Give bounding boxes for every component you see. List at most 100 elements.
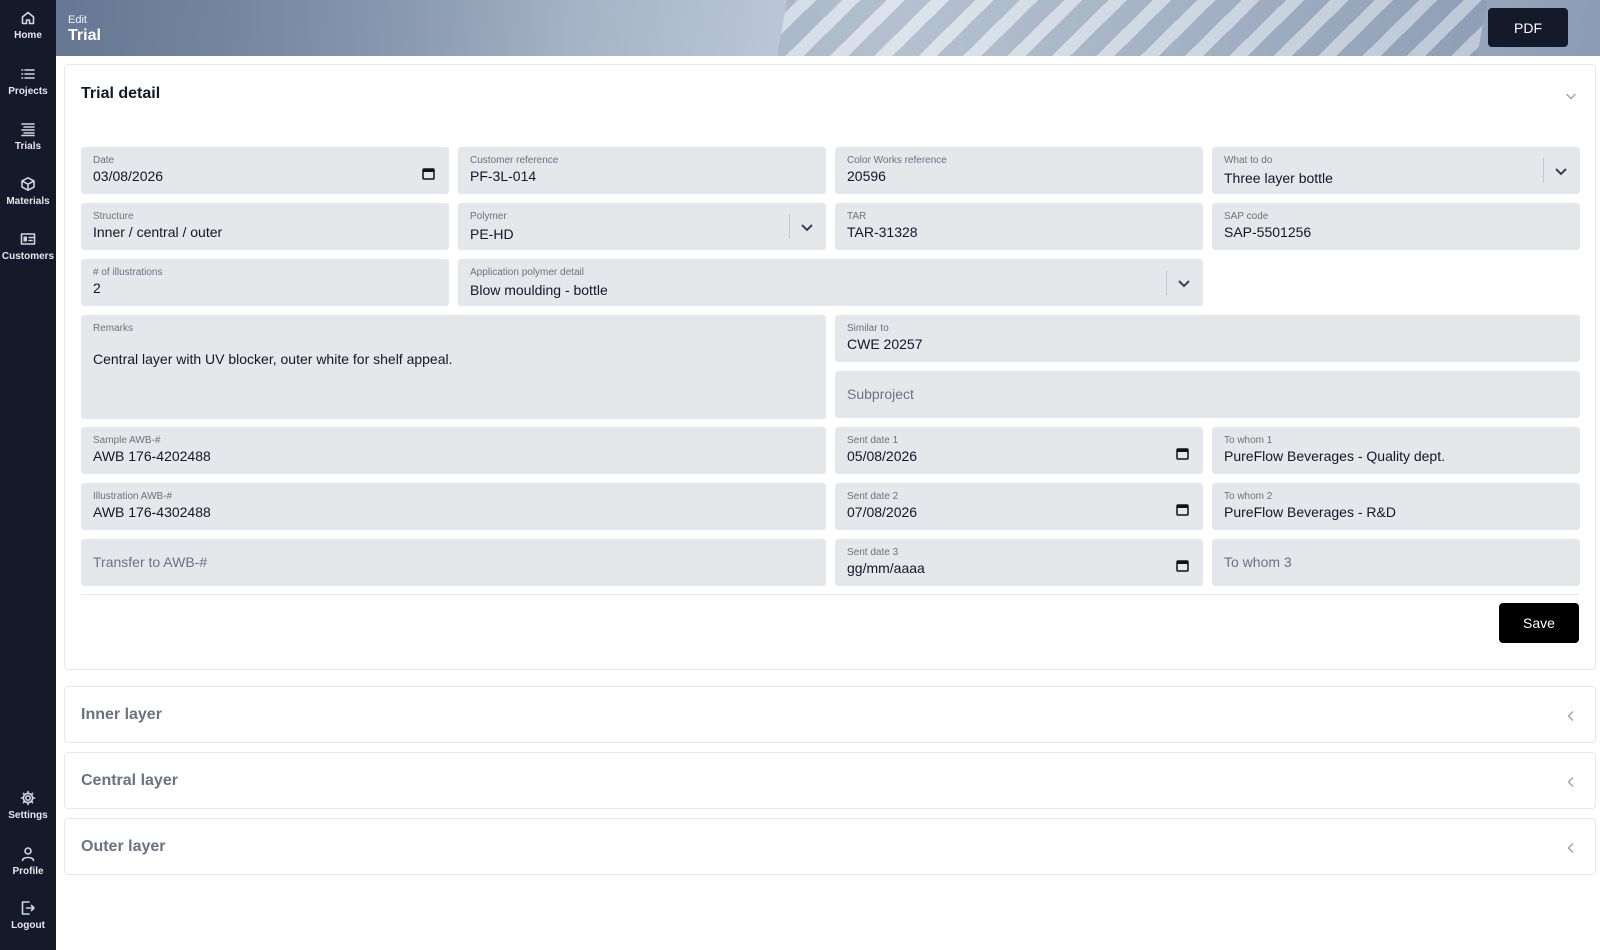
sidebar-item-logout[interactable]: Logout xyxy=(0,900,56,931)
num-illustrations-field[interactable]: # of illustrations 2 xyxy=(81,259,449,306)
field-value: 03/08/2026 xyxy=(93,168,164,184)
logout-icon xyxy=(21,901,35,915)
sidebar-item-home[interactable]: Home xyxy=(0,10,56,41)
customer-reference-field[interactable]: Customer reference PF-3L-014 xyxy=(458,147,826,194)
panel-title: Trial detail xyxy=(81,85,161,102)
sidebar-item-label: Trials xyxy=(14,141,42,152)
sidebar-item-profile[interactable]: Profile xyxy=(0,846,56,877)
save-button[interactable]: Save xyxy=(1499,603,1579,643)
sidebar-item-customers[interactable]: Customers xyxy=(0,231,56,262)
field-value: Blow moulding - bottle xyxy=(470,282,608,298)
subproject-field[interactable]: Subproject xyxy=(835,371,1580,418)
pdf-button[interactable]: PDF xyxy=(1488,8,1568,47)
calendar-icon[interactable] xyxy=(1176,503,1189,516)
field-label: Sent date 1 xyxy=(847,435,899,446)
gear-icon xyxy=(20,790,36,806)
sidebar-item-label: Settings xyxy=(8,810,48,821)
inner-layer-panel[interactable]: Inner layer xyxy=(64,686,1596,743)
field-value: PureFlow Beverages - Quality dept. xyxy=(1224,448,1445,464)
field-placeholder: To whom 3 xyxy=(1224,554,1292,570)
sidebar-item-settings[interactable]: Settings xyxy=(0,790,56,821)
field-value: 07/08/2026 xyxy=(847,504,918,520)
field-label: What to do xyxy=(1224,155,1273,166)
field-label: Sent date 2 xyxy=(847,491,899,502)
transfer-awb-field[interactable]: Transfer to AWB-# xyxy=(81,539,826,586)
field-value: Central layer with UV blocker, outer whi… xyxy=(93,351,453,367)
date-field[interactable]: Date 03/08/2026 xyxy=(81,147,449,194)
sidebar-item-projects[interactable]: Projects xyxy=(0,66,56,97)
calendar-icon[interactable] xyxy=(1176,559,1189,572)
field-label: To whom 1 xyxy=(1224,435,1273,446)
remarks-textarea[interactable]: Remarks Central layer with UV blocker, o… xyxy=(81,315,826,419)
sidebar-item-label: Profile xyxy=(12,866,44,877)
field-value: PureFlow Beverages - R&D xyxy=(1224,504,1396,520)
user-icon xyxy=(21,847,35,862)
color-works-reference-field[interactable]: Color Works reference 20596 xyxy=(835,147,1203,194)
field-label: Customer reference xyxy=(470,155,559,166)
field-value: PF-3L-014 xyxy=(470,168,537,184)
field-label: Sample AWB-# xyxy=(93,435,161,446)
sidebar-item-label: Home xyxy=(14,30,42,41)
divider xyxy=(81,594,1579,595)
home-icon xyxy=(21,11,35,25)
field-value: SAP-5501256 xyxy=(1224,224,1312,240)
header-background xyxy=(56,0,576,56)
sidebar-item-trials[interactable]: Trials xyxy=(0,121,56,152)
to-whom-3-field[interactable]: To whom 3 xyxy=(1212,539,1580,586)
field-label: Similar to xyxy=(847,323,889,334)
what-to-do-select[interactable]: What to do Three layer bottle xyxy=(1212,147,1580,194)
field-label: Application polymer detail xyxy=(470,267,584,278)
chevron-down-icon[interactable] xyxy=(800,220,814,234)
header-background-pattern xyxy=(765,0,1495,56)
field-value: gg/mm/aaaa xyxy=(847,560,925,576)
polymer-select[interactable]: Polymer PE-HD xyxy=(458,203,826,250)
sidebar-item-materials[interactable]: Materials xyxy=(0,176,56,207)
central-layer-panel[interactable]: Central layer xyxy=(64,752,1596,809)
to-whom-1-field[interactable]: To whom 1 PureFlow Beverages - Quality d… xyxy=(1212,427,1580,474)
field-label: SAP code xyxy=(1224,211,1269,222)
page-title: Trial xyxy=(68,27,101,44)
chevron-left-icon[interactable] xyxy=(1565,709,1577,721)
sent-date-2-field[interactable]: Sent date 2 07/08/2026 xyxy=(835,483,1203,530)
field-label: TAR xyxy=(847,211,867,222)
illustration-awb-field[interactable]: Illustration AWB-# AWB 176-4302488 xyxy=(81,483,826,530)
sidebar-item-label: Customers xyxy=(1,251,55,262)
field-label: Structure xyxy=(93,211,134,222)
outer-layer-panel[interactable]: Outer layer xyxy=(64,818,1596,875)
list-icon xyxy=(21,69,35,79)
structure-field[interactable]: Structure Inner / central / outer xyxy=(81,203,449,250)
field-label: Polymer xyxy=(470,211,507,222)
sap-code-field[interactable]: SAP code SAP-5501256 xyxy=(1212,203,1580,250)
field-placeholder: Subproject xyxy=(847,386,914,402)
field-value: 2 xyxy=(93,280,101,296)
chevron-down-icon[interactable] xyxy=(1554,164,1568,178)
sidebar: Home Projects Trials Materials Customers… xyxy=(0,0,56,950)
tar-field[interactable]: TAR TAR-31328 xyxy=(835,203,1203,250)
trial-detail-panel: Trial detail Date 03/08/2026 Customer re… xyxy=(64,64,1596,670)
panel-title: Outer layer xyxy=(81,838,166,855)
chevron-left-icon[interactable] xyxy=(1565,841,1577,853)
field-label: Illustration AWB-# xyxy=(93,491,173,502)
similar-to-field[interactable]: Similar to CWE 20257 xyxy=(835,315,1580,362)
sent-date-3-field[interactable]: Sent date 3 gg/mm/aaaa xyxy=(835,539,1203,586)
id-card-icon xyxy=(20,233,36,245)
panel-title: Inner layer xyxy=(81,706,162,723)
calendar-icon[interactable] xyxy=(422,167,435,180)
select-divider xyxy=(1543,158,1544,183)
to-whom-2-field[interactable]: To whom 2 PureFlow Beverages - R&D xyxy=(1212,483,1580,530)
chevron-down-icon[interactable] xyxy=(1177,276,1191,290)
chevron-left-icon[interactable] xyxy=(1565,775,1577,787)
field-label: Date xyxy=(93,155,115,166)
sample-awb-field[interactable]: Sample AWB-# AWB 176-4202488 xyxy=(81,427,826,474)
sent-date-1-field[interactable]: Sent date 1 05/08/2026 xyxy=(835,427,1203,474)
field-value: Three layer bottle xyxy=(1224,170,1333,186)
list-detailed-icon xyxy=(21,123,35,137)
chevron-down-icon[interactable] xyxy=(1565,89,1577,101)
application-polymer-detail-select[interactable]: Application polymer detail Blow moulding… xyxy=(458,259,1203,306)
field-label: # of illustrations xyxy=(93,267,163,278)
field-value: 05/08/2026 xyxy=(847,448,918,464)
calendar-icon[interactable] xyxy=(1176,447,1189,460)
cube-icon xyxy=(21,177,35,191)
field-value: CWE 20257 xyxy=(847,336,923,352)
field-value: Inner / central / outer xyxy=(93,224,223,240)
